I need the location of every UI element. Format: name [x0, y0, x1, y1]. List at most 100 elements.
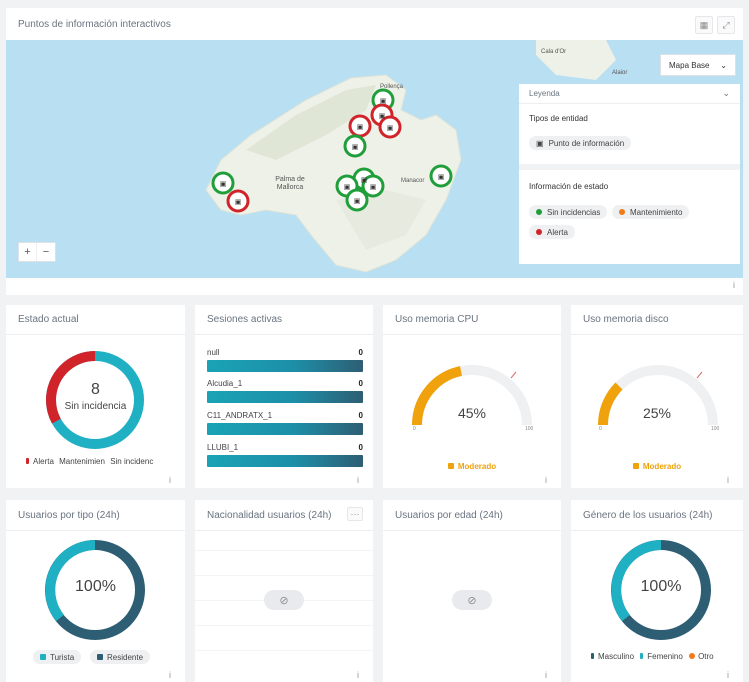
usuarios-tipo-widget: Usuarios por tipo (24h) 100% Turista Res… — [6, 500, 185, 682]
disco-status: Moderado — [571, 462, 743, 471]
legend-state-label: Alerta — [547, 227, 568, 237]
svg-text:▣: ▣ — [354, 198, 361, 205]
collapse-icon[interactable]: ⌄ — [722, 88, 730, 99]
place-label-pollenca: Pollença — [380, 84, 404, 90]
svg-text:▣: ▣ — [380, 98, 387, 105]
gauge-max: 100 — [525, 426, 534, 432]
info-icon[interactable]: i — [169, 475, 171, 485]
legend-entity-section: Tipos de entidad — [529, 114, 588, 123]
svg-text:▣: ▣ — [344, 184, 351, 191]
svg-text:▣: ▣ — [357, 124, 364, 131]
info-icon[interactable]: i — [727, 670, 729, 680]
info-icon[interactable]: i — [733, 280, 735, 290]
disco-gauge — [597, 365, 718, 426]
basemap-label: Mapa Base — [669, 60, 710, 70]
map-view[interactable]: ▣ ▣ ▣ ▣ ▣ ▣ ▣ ▣ ▣ ▣ ▣ ▣ Cala d'Or Alaior Palma de… — [6, 40, 743, 278]
red-dot-icon — [536, 229, 542, 235]
info-icon[interactable]: i — [357, 670, 359, 680]
table-view-icon[interactable]: ▦ — [695, 16, 713, 34]
widget-title: Usuarios por edad (24h) — [395, 510, 503, 521]
navy-square-icon — [591, 653, 594, 659]
legend-item: Masculino — [598, 652, 635, 661]
svg-text:▣: ▣ — [438, 174, 445, 181]
green-dot-icon — [536, 209, 542, 215]
gauge-min: 0 — [413, 426, 416, 432]
svg-text:▣: ▣ — [352, 144, 359, 151]
svg-text:▣: ▣ — [387, 125, 394, 132]
legend-item: Turista — [50, 652, 75, 662]
chevron-down-icon: ⌄ — [720, 60, 727, 70]
session-bar[interactable] — [207, 455, 363, 467]
gauge-min: 0 — [599, 426, 602, 432]
legend-title: Leyenda — [529, 89, 560, 98]
cpu-value: 45% — [457, 405, 487, 421]
session-bar[interactable] — [207, 391, 363, 403]
legend-item: Femenino — [647, 652, 683, 661]
info-icon[interactable]: i — [545, 475, 547, 485]
cpu-gauge — [411, 365, 532, 426]
edad-widget: Usuarios por edad (24h) ⊘ i — [383, 500, 561, 682]
orange-square-icon — [632, 463, 639, 469]
legend-entity-label: Punto de información — [548, 138, 625, 148]
place-label-manacor: Manacor — [401, 178, 425, 184]
info-icon[interactable]: i — [169, 670, 171, 680]
cpu-widget: Uso memoria CPU 45% 0 100 Moderado i — [383, 305, 561, 488]
widget-title: Estado actual — [18, 314, 79, 325]
legend-item: Sin incidenc — [110, 457, 154, 466]
status-label: Moderado — [642, 462, 682, 471]
legend-state-alerta: Alerta — [529, 225, 575, 239]
bar-label: LLUBI_1 — [207, 443, 239, 452]
no-data-icon: ⊘ — [452, 590, 492, 610]
widget-title: Sesiones activas — [207, 314, 283, 325]
bar-value: 0 — [358, 411, 363, 420]
map-panel-title: Puntos de información interactivos — [18, 19, 171, 30]
orange-dot-icon — [619, 209, 625, 215]
legend-item: Mantenimien — [59, 457, 105, 466]
legend-header[interactable]: Leyenda ⌄ — [519, 84, 740, 104]
info-icon[interactable]: i — [545, 670, 547, 680]
zoom-in-button[interactable]: + — [19, 243, 37, 261]
info-icon[interactable]: i — [357, 475, 359, 485]
widget-title: Género de los usuarios (24h) — [583, 510, 713, 521]
bar-value: 0 — [358, 348, 363, 357]
gauge-max: 100 — [711, 426, 720, 432]
expand-icon[interactable]: ⤢ — [717, 16, 735, 34]
usuarios-tipo-value: 100% — [75, 578, 116, 595]
legend-turista: Turista — [33, 650, 82, 664]
estado-label: Sin incidencia — [64, 401, 127, 412]
legend-state-label: Sin incidencias — [547, 207, 601, 217]
info-point-icon: ▣ — [536, 138, 544, 148]
widget-title: Uso memoria CPU — [395, 314, 479, 325]
svg-text:▣: ▣ — [379, 113, 386, 120]
teal-square-icon — [640, 653, 644, 659]
svg-text:▣: ▣ — [220, 181, 227, 188]
nacionalidad-widget: Nacionalidad usuarios (24h) ··· ⊘ i — [195, 500, 373, 682]
info-icon[interactable]: i — [727, 475, 729, 485]
genero-widget: Género de los usuarios (24h) 100% Mascul… — [571, 500, 743, 682]
session-bar[interactable] — [207, 360, 363, 372]
legend-entity-chip: ▣ Punto de información — [529, 136, 632, 150]
disco-value: 25% — [642, 405, 672, 421]
bar-value: 0 — [358, 379, 363, 388]
widget-title: Uso memoria disco — [583, 314, 669, 325]
red-square-icon — [26, 458, 29, 464]
session-bar[interactable] — [207, 423, 363, 435]
bar-label: Alcudia_1 — [207, 379, 243, 388]
basemap-dropdown[interactable]: Mapa Base ⌄ — [660, 54, 736, 76]
legend-item: Residente — [107, 652, 144, 662]
place-label-alaior: Alaior — [612, 70, 628, 76]
no-data-icon: ⊘ — [264, 590, 304, 610]
more-options-button[interactable]: ··· — [347, 507, 363, 521]
zoom-out-button[interactable]: − — [37, 243, 55, 261]
disco-widget: Uso memoria disco 25% 0 100 Moderado i — [571, 305, 743, 488]
status-label: Moderado — [457, 462, 497, 471]
legend-state-section: Información de estado — [529, 182, 609, 191]
estado-legend: Alerta Mantenimien Sin incidenc — [26, 457, 153, 466]
estado-value: 8 — [91, 381, 100, 398]
bar-label: null — [207, 348, 220, 357]
estado-actual-widget: Estado actual 8 Sin incidencia Alerta Ma… — [6, 305, 185, 488]
orange-square-icon — [447, 463, 454, 469]
svg-text:▣: ▣ — [235, 199, 242, 206]
place-label-palma: Palma de Mallorca — [275, 176, 305, 191]
zoom-controls: + − — [18, 242, 56, 262]
